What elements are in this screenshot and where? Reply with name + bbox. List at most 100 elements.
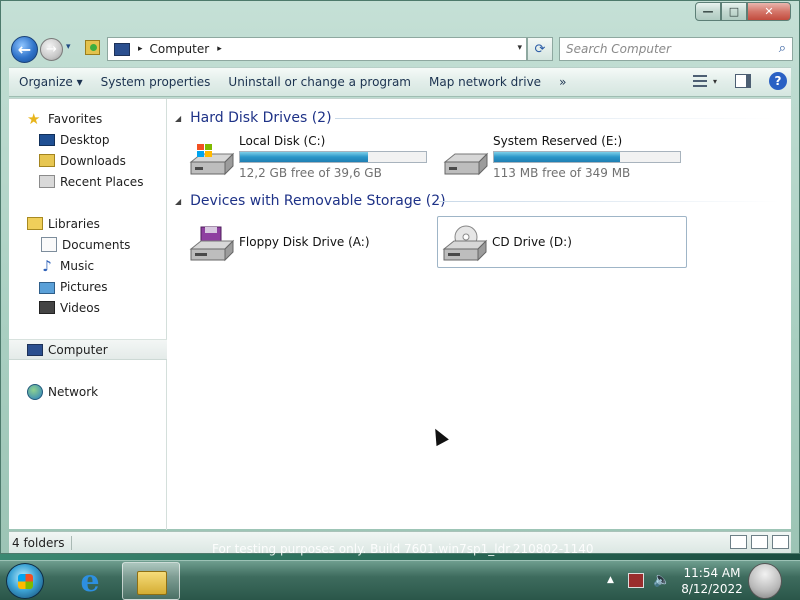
clock[interactable]: 11:54 AM 8/12/2022 <box>678 565 746 597</box>
more-commands-button[interactable]: » <box>550 75 575 89</box>
drive-tile-c[interactable]: Local Disk (C:) 12,2 GB free of 39,6 GB <box>185 132 435 184</box>
nav-network[interactable]: Network <box>9 381 167 402</box>
large-icons-view-icon[interactable] <box>751 535 768 549</box>
group-header-hard-disks[interactable]: ◢ Hard Disk Drives (2) <box>175 108 332 128</box>
minimize-button[interactable]: — <box>695 2 721 21</box>
up-folder-icon[interactable] <box>85 40 100 55</box>
nav-libraries-label: Libraries <box>48 216 100 231</box>
hard-drive-windows-icon <box>189 144 235 176</box>
address-dropdown-icon[interactable]: ▾ <box>517 43 522 53</box>
desktop-icon <box>39 134 55 146</box>
recent-pages-dropdown[interactable]: ▾ <box>66 42 71 52</box>
nav-network-label: Network <box>48 384 99 399</box>
tiles-view-icon[interactable] <box>772 535 789 549</box>
libraries-icon <box>27 217 43 230</box>
group-title-removable: Devices with Removable Storage (2) <box>190 193 446 209</box>
nav-videos[interactable]: Videos <box>9 297 167 318</box>
navigation-pane: ★ Favorites Desktop Downloads Recent Pla… <box>9 99 167 530</box>
drive-tile-d[interactable]: CD Drive (D:) <box>437 216 687 268</box>
action-center-icon[interactable] <box>628 573 644 588</box>
documents-icon <box>41 237 57 252</box>
star-icon: ★ <box>27 109 41 128</box>
drive-free-space-c: 12,2 GB free of 39,6 GB <box>239 166 382 180</box>
search-icon[interactable]: ⌕ <box>779 41 786 56</box>
nav-documents[interactable]: Documents <box>9 234 167 255</box>
drive-tile-a[interactable]: Floppy Disk Drive (A:) <box>185 217 435 269</box>
group-divider <box>439 201 779 202</box>
forward-button[interactable]: → <box>40 38 63 61</box>
uninstall-program-button[interactable]: Uninstall or change a program <box>219 75 420 89</box>
search-placeholder: Search Computer <box>566 42 671 56</box>
nav-music-label: Music <box>60 258 95 273</box>
show-hidden-icons-button[interactable]: ▲ <box>607 575 614 585</box>
collapse-caret-icon[interactable]: ◢ <box>175 114 181 123</box>
drive-usage-fill-e <box>494 152 621 162</box>
close-button[interactable]: ✕ <box>747 2 791 21</box>
windows-explorer-taskbar-button[interactable] <box>122 562 180 600</box>
maximize-button[interactable]: □ <box>721 2 747 21</box>
network-icon <box>27 383 43 400</box>
explorer-window: — □ ✕ ← → ▾ ▸ Computer ▸ ▾ ⟳ Search Comp… <box>0 0 800 554</box>
volume-muted-icon[interactable]: 🔈 <box>653 572 670 588</box>
nav-libraries[interactable]: Libraries <box>9 213 167 234</box>
view-options-caret[interactable]: ▾ <box>713 77 717 86</box>
change-view-icon[interactable] <box>692 75 707 87</box>
drive-free-space-e: 113 MB free of 349 MB <box>493 166 631 180</box>
taskbar: e ▲ 🔈 11:54 AM 8/12/2022 <box>0 560 800 600</box>
collapse-caret-icon[interactable]: ◢ <box>175 197 181 206</box>
details-view-icon[interactable] <box>730 535 747 549</box>
nav-music[interactable]: ♪ Music <box>9 255 167 276</box>
computer-group: Computer <box>9 339 167 360</box>
computer-icon <box>27 344 43 356</box>
preview-pane-icon[interactable] <box>735 74 751 88</box>
drive-usage-fill-c <box>240 152 369 162</box>
drive-usage-bar-e <box>493 151 681 163</box>
breadcrumb-separator-after[interactable]: ▸ <box>217 44 222 54</box>
nav-pictures-label: Pictures <box>60 279 108 294</box>
file-pane: ◢ Hard Disk Drives (2) Local Disk (C:) 1… <box>169 99 791 530</box>
drive-usage-bar-c <box>239 151 427 163</box>
system-properties-button[interactable]: System properties <box>92 75 220 89</box>
refresh-button[interactable]: ⟳ <box>527 37 553 61</box>
nav-favorites-label: Favorites <box>48 111 103 126</box>
floppy-drive-icon <box>189 226 235 262</box>
user-avatar-icon[interactable] <box>748 563 782 599</box>
nav-downloads[interactable]: Downloads <box>9 150 167 171</box>
organize-button[interactable]: Organize ▾ <box>9 75 92 89</box>
nav-videos-label: Videos <box>60 300 100 315</box>
content-area: ★ Favorites Desktop Downloads Recent Pla… <box>9 98 791 530</box>
nav-favorites[interactable]: ★ Favorites <box>9 108 167 129</box>
nav-documents-label: Documents <box>62 237 131 252</box>
breadcrumb-separator[interactable]: ▸ <box>138 44 143 54</box>
search-input[interactable]: Search Computer ⌕ <box>559 37 793 61</box>
map-network-drive-button[interactable]: Map network drive <box>420 75 550 89</box>
network-group: Network <box>9 381 167 402</box>
drive-name-d: CD Drive (D:) <box>492 235 572 249</box>
recent-places-icon <box>39 175 55 188</box>
build-watermark: For testing purposes only. Build 7601.wi… <box>212 542 594 556</box>
status-view-icons <box>726 535 789 549</box>
internet-explorer-icon[interactable]: e <box>74 564 106 599</box>
cd-drive-icon <box>442 225 488 262</box>
nav-pictures[interactable]: Pictures <box>9 276 167 297</box>
nav-recent-places-label: Recent Places <box>60 174 144 189</box>
breadcrumb-computer[interactable]: Computer <box>150 42 210 56</box>
group-header-removable[interactable]: ◢ Devices with Removable Storage (2) <box>175 191 446 211</box>
computer-icon <box>114 42 130 56</box>
nav-computer[interactable]: Computer <box>9 339 167 360</box>
help-icon[interactable]: ? <box>769 72 787 90</box>
drive-tile-e[interactable]: System Reserved (E:) 113 MB free of 349 … <box>439 132 689 184</box>
nav-desktop[interactable]: Desktop <box>9 129 167 150</box>
nav-recent-places[interactable]: Recent Places <box>9 171 167 192</box>
clock-time: 11:54 AM <box>683 566 741 580</box>
nav-desktop-label: Desktop <box>60 132 110 147</box>
status-item-count: 4 folders <box>9 535 72 550</box>
drive-name-a: Floppy Disk Drive (A:) <box>239 235 370 249</box>
group-divider <box>335 118 775 119</box>
address-bar[interactable]: ▸ Computer ▸ ▾ <box>107 37 527 61</box>
favorites-group: ★ Favorites Desktop Downloads Recent Pla… <box>9 108 167 192</box>
navigation-row: ← → ▾ ▸ Computer ▸ ▾ ⟳ Search Computer ⌕ <box>9 35 793 63</box>
command-bar: Organize ▾ System properties Uninstall o… <box>9 67 791 97</box>
start-button[interactable] <box>6 563 44 599</box>
back-button[interactable]: ← <box>11 36 38 63</box>
